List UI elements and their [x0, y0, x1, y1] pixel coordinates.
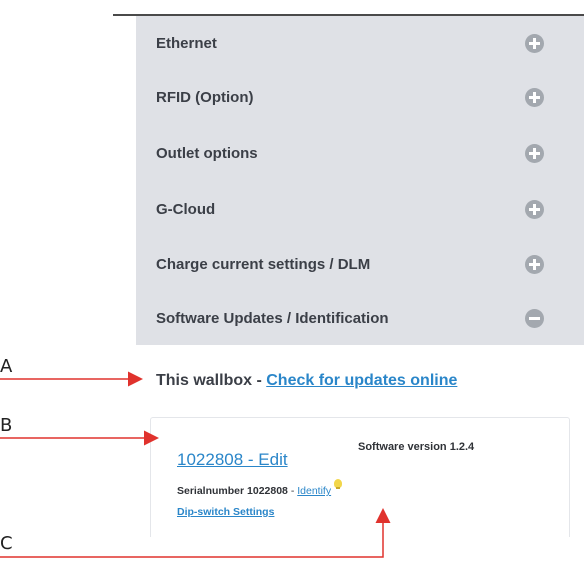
- annotation-label-b: B: [0, 415, 13, 436]
- annotation-label-c: C: [0, 533, 13, 554]
- arrow-c: [0, 508, 391, 558]
- annotation-label-a: A: [0, 356, 13, 377]
- annotation-arrows: [0, 371, 391, 558]
